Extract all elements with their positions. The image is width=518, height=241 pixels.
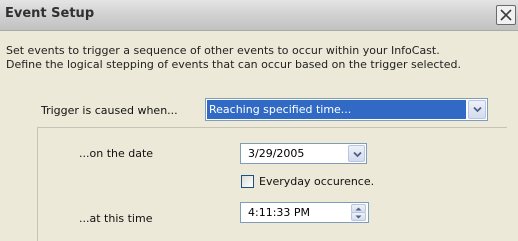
date-label: ...on the date [79, 147, 154, 160]
chevron-down-icon [355, 215, 362, 219]
title-bar: Event Setup [0, 0, 518, 31]
date-picker[interactable]: 3/29/2005 [240, 143, 367, 164]
chevron-down-icon [353, 151, 362, 158]
trigger-label: Trigger is caused when... [41, 104, 178, 117]
chevron-up-icon [355, 207, 362, 211]
intro-line-1: Set events to trigger a sequence of othe… [6, 44, 440, 57]
time-spin-down-button[interactable] [351, 212, 366, 221]
trigger-dropdown-button[interactable] [468, 100, 486, 119]
chevron-down-icon [473, 106, 482, 113]
time-value: 4:11:33 PM [248, 206, 311, 219]
trigger-selected-value: Reaching specified time... [207, 100, 466, 119]
close-button[interactable] [496, 5, 516, 25]
date-dropdown-button[interactable] [348, 145, 365, 162]
everyday-checkbox[interactable] [241, 175, 254, 188]
intro-line-2: Define the logical stepping of events th… [6, 58, 461, 71]
close-icon [500, 9, 512, 21]
window-title: Event Setup [5, 6, 95, 21]
time-spin-buttons [351, 204, 366, 221]
intro-text: Set events to trigger a sequence of othe… [6, 44, 516, 72]
everyday-label: Everyday occurence. [259, 175, 375, 188]
date-value: 3/29/2005 [248, 147, 305, 160]
time-spinner[interactable]: 4:11:33 PM [240, 202, 369, 223]
trigger-dropdown[interactable]: Reaching specified time... [205, 98, 488, 121]
time-label: ...at this time [79, 212, 153, 225]
